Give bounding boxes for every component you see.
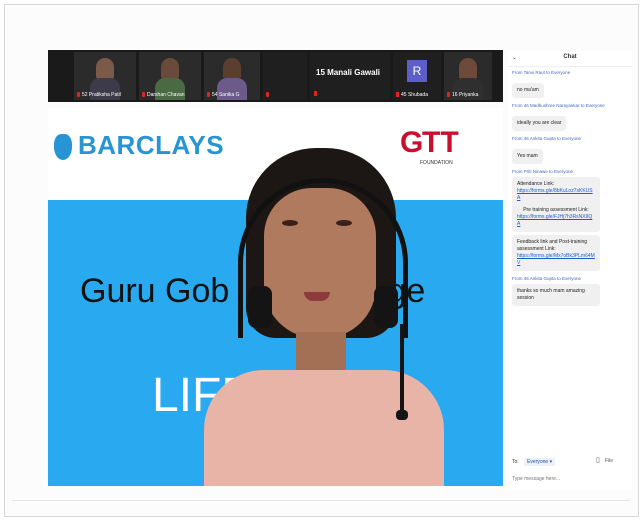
presenter-eye <box>336 220 352 226</box>
message-sender: From 46 Ankita Gupta to Everyone <box>512 136 582 141</box>
participant-name: 45 Shubada <box>396 92 428 98</box>
presenter-face <box>264 188 376 338</box>
presenter-eye <box>282 220 298 226</box>
chat-message: From 46 Ankita Gupta to Everyone thanks … <box>512 276 632 306</box>
message-text: Yes mam <box>512 149 543 164</box>
mic-muted-icon <box>142 92 145 98</box>
participant-name: 52 Pratiksha Patil <box>77 92 121 98</box>
participant-name: Darshan Chavan <box>142 92 185 98</box>
presenter-video <box>198 148 448 486</box>
message-sender: From 46 Ankita Gupta to Everyone <box>512 276 582 281</box>
file-icon[interactable]: ▯ <box>596 456 600 464</box>
active-participant-name: 15 Manali Gawali <box>316 68 381 77</box>
chat-message: From 46 Madhushree Narayankar to Everyon… <box>512 103 632 131</box>
message-link[interactable]: https://forms.gle/8bKuLoz7sKKUSA <box>517 188 595 202</box>
participant-label: Darshan Chavan <box>147 92 185 98</box>
participant-tile-active[interactable]: 15 Manali Gawali <box>310 52 390 100</box>
participant-label: 45 Shubada <box>401 92 428 98</box>
avatar: R <box>407 60 427 82</box>
chat-messages[interactable]: From Tanvi Raut to Everyone no ma'am Fro… <box>508 70 632 311</box>
chat-input[interactable] <box>512 474 628 484</box>
mic-muted-icon <box>314 91 317 96</box>
message-line: Attendance Link: <box>517 181 555 187</box>
recipient-row: To: Everyone ▾ <box>512 458 556 466</box>
recipient-value: Everyone <box>527 459 549 465</box>
participant-name <box>266 92 271 98</box>
headset-mic-tip <box>396 410 408 420</box>
chat-message: From Priti Ninawe to Everyone Attendance… <box>512 169 632 271</box>
message-link[interactable]: https://forms.gle/Mx7oBk3PLm64MV <box>517 253 595 267</box>
chat-panel: ⌄ Chat From Tanvi Raut to Everyone no ma… <box>508 50 632 490</box>
participant-video <box>223 58 241 80</box>
mic-muted-icon <box>207 92 210 98</box>
message-text: no ma'am <box>512 83 544 98</box>
participant-label: 52 Pratiksha Patil <box>82 92 121 98</box>
participant-tile-avatar[interactable]: R 45 Shubada <box>393 52 441 100</box>
presenter-shirt <box>204 370 444 486</box>
message-text: ideally you are clear <box>512 116 567 131</box>
mic-muted-icon <box>396 92 399 98</box>
file-button[interactable]: File <box>605 458 613 464</box>
mic-muted-icon <box>447 92 450 98</box>
participant-tile[interactable] <box>263 52 307 100</box>
message-sender: From Priti Ninawe to Everyone <box>512 169 574 174</box>
divider <box>12 500 630 501</box>
participant-video <box>459 58 477 80</box>
participant-tile[interactable]: 16 Priyanka <box>444 52 492 100</box>
chat-header: ⌄ Chat <box>508 50 632 67</box>
headset-mic <box>400 324 404 414</box>
participant-strip: 52 Pratiksha Patil Darshan Chavan 54 San… <box>48 50 528 102</box>
participant-video <box>96 58 114 80</box>
message-line: Pre training assessment Link: <box>523 207 589 213</box>
participant-tile[interactable]: 52 Pratiksha Patil <box>74 52 136 100</box>
participant-tile[interactable]: Darshan Chavan <box>139 52 201 100</box>
message-text: Attendance Link: https://forms.gle/8bKuL… <box>512 177 600 232</box>
headset-ear <box>374 286 398 328</box>
shared-screen: BARCLAYS G TT FOUNDATION Guru Gob Colleg… <box>48 108 503 486</box>
message-link[interactable]: https://forms.gle/FJHj7h3RsNX9QA <box>517 214 595 228</box>
eagle-icon <box>54 134 72 161</box>
chat-footer: To: Everyone ▾ ▯ File <box>508 452 632 490</box>
participant-name: 16 Priyanka <box>447 92 478 98</box>
mic-muted-icon <box>266 92 269 98</box>
mic-muted-icon <box>77 92 80 98</box>
chat-title: Chat <box>563 54 577 60</box>
chat-message: From 46 Ankita Gupta to Everyone Yes mam <box>512 136 632 164</box>
headset-ear <box>248 286 272 328</box>
participant-label: 54 Sanika G <box>212 92 240 98</box>
recipient-select[interactable]: Everyone ▾ <box>524 458 556 466</box>
message-sender: From 46 Madhushree Narayankar to Everyon… <box>512 103 605 108</box>
participant-label: 16 Priyanka <box>452 92 479 98</box>
message-sender: From Tanvi Raut to Everyone <box>512 70 571 75</box>
message-line: Feedback link and Post-training assessme… <box>517 239 588 252</box>
participant-name: 54 Sanika G <box>207 92 240 98</box>
participant-video <box>161 58 179 80</box>
message-text: Feedback link and Post-training assessme… <box>512 235 600 271</box>
chat-message: From Tanvi Raut to Everyone no ma'am <box>512 70 632 98</box>
participant-tile[interactable]: 54 Sanika G <box>204 52 260 100</box>
message-text: thanks so much mam amazing session <box>512 284 600 306</box>
to-label: To: <box>512 459 519 465</box>
